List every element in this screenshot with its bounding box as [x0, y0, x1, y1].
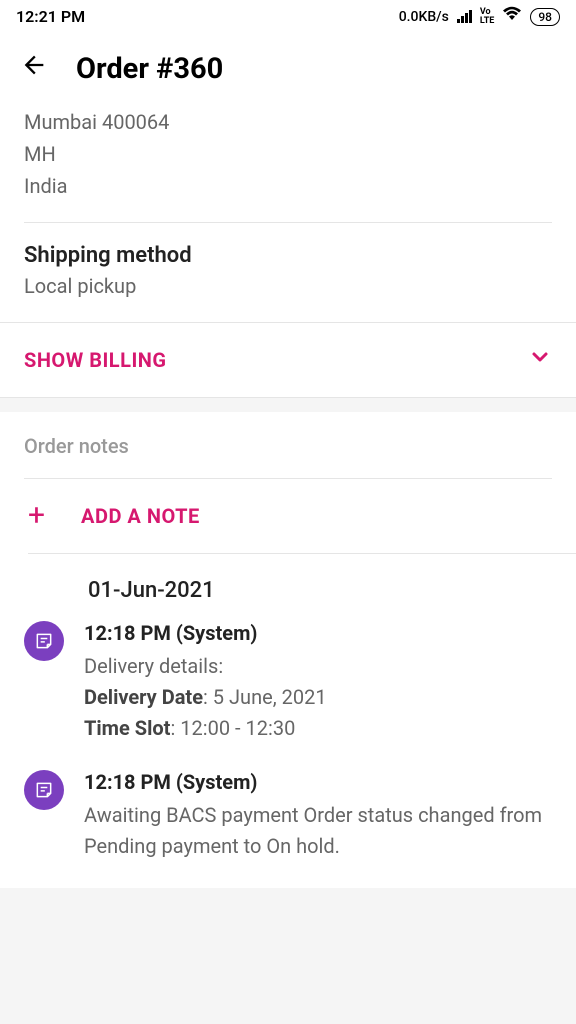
signal-icon	[457, 10, 472, 23]
show-billing-toggle[interactable]: SHOW BILLING	[0, 322, 576, 398]
notes-date-header: 01-Jun-2021	[24, 554, 552, 621]
note-text: Awaiting BACS payment Order status chang…	[84, 800, 552, 862]
shipping-method-title: Shipping method	[24, 243, 552, 268]
address-line: MH	[24, 138, 552, 170]
note-icon	[24, 621, 64, 661]
show-billing-label: SHOW BILLING	[24, 348, 167, 372]
chevron-down-icon	[528, 345, 552, 375]
page-header: Order #360	[0, 33, 576, 106]
battery-indicator: 98	[530, 8, 560, 26]
order-notes-card: Order notes + ADD A NOTE 01-Jun-2021 12:…	[0, 412, 576, 888]
add-note-button[interactable]: + ADD A NOTE	[28, 479, 576, 554]
note-body: 12:18 PM (System) Awaiting BACS payment …	[84, 770, 552, 862]
address-line: Mumbai 400064	[24, 106, 552, 138]
address-block: Mumbai 400064 MH India	[24, 106, 552, 223]
wifi-icon	[502, 6, 522, 27]
status-indicators: 0.0KB/s VoLTE 98	[399, 6, 560, 27]
add-note-label: ADD A NOTE	[81, 504, 200, 528]
address-line: India	[24, 170, 552, 202]
network-speed: 0.0KB/s	[399, 9, 449, 25]
note-body: 12:18 PM (System) Delivery details: Deli…	[84, 621, 552, 744]
shipping-method-value: Local pickup	[24, 274, 552, 298]
note-timestamp: 12:18 PM (System)	[84, 621, 552, 645]
shipping-method: Shipping method Local pickup	[24, 223, 552, 322]
note-timestamp: 12:18 PM (System)	[84, 770, 552, 794]
note-icon	[24, 770, 64, 810]
plus-icon: +	[28, 501, 45, 531]
back-button[interactable]	[20, 51, 48, 86]
lte-icon: VoLTE	[480, 8, 495, 26]
note-item: 12:18 PM (System) Delivery details: Deli…	[24, 621, 552, 770]
note-item: 12:18 PM (System) Awaiting BACS payment …	[24, 770, 552, 888]
shipping-card: Mumbai 400064 MH India Shipping method L…	[0, 106, 576, 322]
page-title: Order #360	[76, 52, 223, 86]
status-bar: 12:21 PM 0.0KB/s VoLTE 98	[0, 0, 576, 33]
note-text: Delivery details: Delivery Date: 5 June,…	[84, 651, 552, 744]
status-time: 12:21 PM	[16, 7, 85, 26]
order-notes-label: Order notes	[24, 434, 552, 479]
